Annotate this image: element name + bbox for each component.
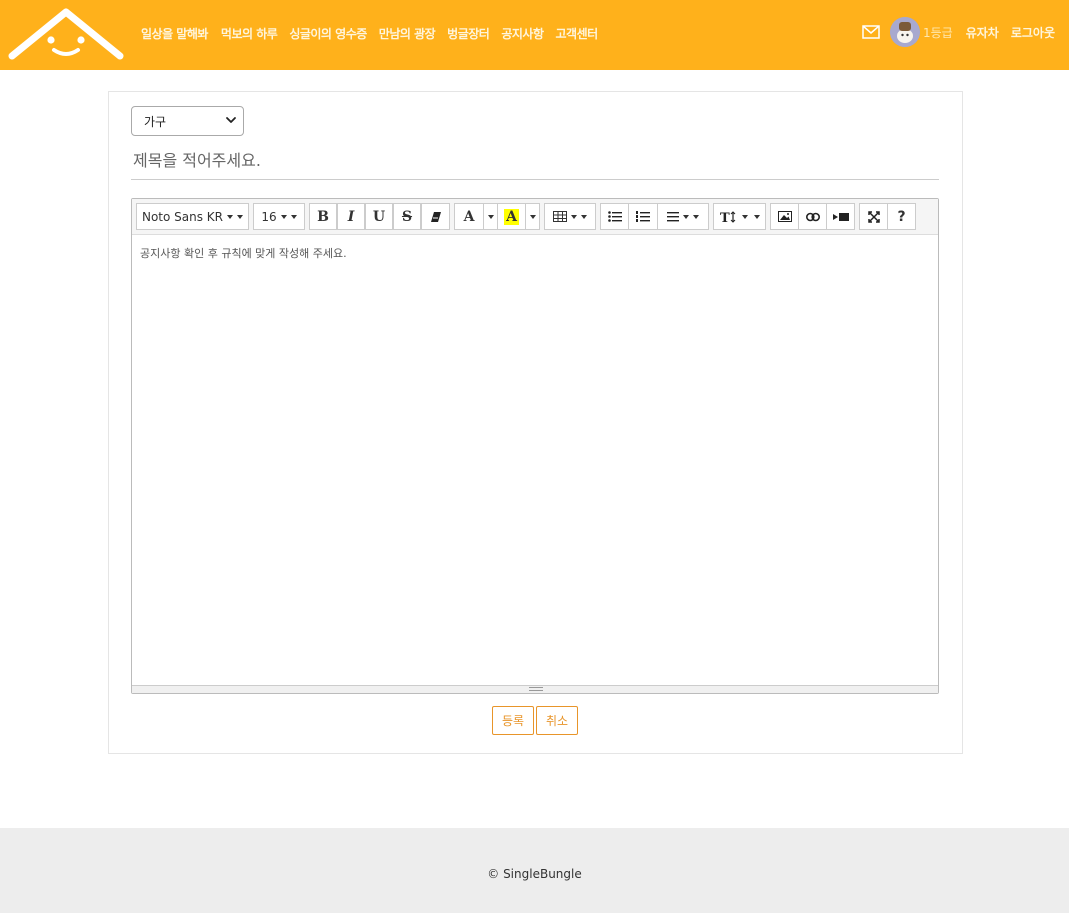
font-size-dropdown[interactable]: 16 xyxy=(253,203,305,230)
bullet-list-button[interactable] xyxy=(600,203,629,230)
help-label: ? xyxy=(897,208,906,225)
font-family-label: Noto Sans KR xyxy=(141,209,224,224)
font-size-label: 16 xyxy=(261,209,277,224)
align-icon xyxy=(667,211,679,221)
bold-label: B xyxy=(317,208,329,225)
insert-picture-button[interactable] xyxy=(770,203,799,230)
logo-icon[interactable] xyxy=(8,6,124,62)
fore-color-dropdown[interactable] xyxy=(483,203,498,230)
insert-link-button[interactable] xyxy=(798,203,827,230)
italic-button[interactable]: I xyxy=(337,203,365,230)
rich-text-editor: Noto Sans KR 16 B I U S A A T ? 공지사항 확인 … xyxy=(131,198,939,694)
line-height-icon: T xyxy=(720,211,735,223)
nav-item-food[interactable]: 먹보의 하루 xyxy=(221,25,278,42)
align-dropdown[interactable] xyxy=(657,203,709,230)
eraser-icon xyxy=(430,211,441,222)
nav-item-meeting[interactable]: 만남의 광장 xyxy=(379,25,436,42)
link-icon xyxy=(805,212,820,221)
avatar[interactable] xyxy=(889,17,920,47)
fore-color-label: A xyxy=(463,208,475,225)
nav-item-support[interactable]: 고객센터 xyxy=(556,25,599,42)
user-grade: 1등급 xyxy=(922,25,953,40)
editor-placeholder: 공지사항 확인 후 규칙에 맞게 작성해 주세요. xyxy=(140,247,347,260)
fullscreen-button[interactable] xyxy=(859,203,888,230)
bold-button[interactable]: B xyxy=(309,203,337,230)
category-select[interactable]: 가구 xyxy=(131,106,244,136)
fullscreen-icon xyxy=(867,210,880,223)
resize-grip-icon[interactable] xyxy=(529,687,543,691)
mail-icon[interactable] xyxy=(862,25,880,39)
avatar-image xyxy=(889,17,920,47)
clear-format-button[interactable] xyxy=(421,203,450,230)
header: 일상을 말해봐 먹보의 하루 싱글이의 영수증 만남의 광장 벙글장터 공지사항… xyxy=(0,0,1069,70)
help-button[interactable]: ? xyxy=(887,203,916,230)
back-color-button[interactable]: A xyxy=(497,203,526,230)
cancel-button[interactable]: 취소 xyxy=(536,706,578,735)
insert-video-button[interactable] xyxy=(826,203,855,230)
editor-toolbar: Noto Sans KR 16 B I U S A A T ? xyxy=(132,199,938,235)
editor-content[interactable]: 공지사항 확인 후 규칙에 맞게 작성해 주세요. xyxy=(132,235,938,685)
line-height-dropdown[interactable]: T xyxy=(713,203,766,230)
submit-button[interactable]: 등록 xyxy=(492,706,534,735)
username-link[interactable]: 유자차 xyxy=(966,24,999,41)
nav-item-notice[interactable]: 공지사항 xyxy=(501,25,544,42)
copyright: © SingleBungle xyxy=(487,867,582,881)
back-color-dropdown[interactable] xyxy=(525,203,540,230)
nav-item-receipt[interactable]: 싱글이의 영수증 xyxy=(289,25,367,42)
logout-link[interactable]: 로그아웃 xyxy=(1011,24,1055,41)
back-color-label: A xyxy=(504,208,519,225)
bullet-list-icon xyxy=(607,211,622,222)
nav-item-daily[interactable]: 일상을 말해봐 xyxy=(141,25,208,42)
table-dropdown[interactable] xyxy=(544,203,596,230)
strike-label: S xyxy=(401,208,413,225)
picture-icon xyxy=(777,211,792,222)
svg-text:T: T xyxy=(720,211,730,223)
underline-label: U xyxy=(372,208,386,225)
strikethrough-button[interactable]: S xyxy=(393,203,421,230)
main-nav: 일상을 말해봐 먹보의 하루 싱글이의 영수증 만남의 광장 벙글장터 공지사항… xyxy=(141,25,610,42)
ordered-list-button[interactable] xyxy=(628,203,658,230)
underline-button[interactable]: U xyxy=(365,203,393,230)
category-value: 가구 xyxy=(144,114,167,129)
ordered-list-icon xyxy=(636,211,650,222)
write-form: 가구 Noto Sans KR 16 B I U S A xyxy=(108,91,963,754)
italic-label: I xyxy=(347,208,355,225)
font-family-dropdown[interactable]: Noto Sans KR xyxy=(136,203,249,230)
fore-color-button[interactable]: A xyxy=(454,203,484,230)
submit-label: 등록 xyxy=(501,714,525,728)
title-input[interactable] xyxy=(131,142,939,180)
nav-item-market[interactable]: 벙글장터 xyxy=(447,25,490,42)
footer: © SingleBungle xyxy=(0,828,1069,913)
table-icon xyxy=(553,211,567,222)
chevron-down-icon xyxy=(226,117,236,123)
editor-resize-bar[interactable] xyxy=(132,685,938,693)
user-menu: 1등급 유자차 로그아웃 xyxy=(862,17,1055,47)
cancel-label: 취소 xyxy=(545,714,569,728)
video-icon xyxy=(832,212,849,221)
